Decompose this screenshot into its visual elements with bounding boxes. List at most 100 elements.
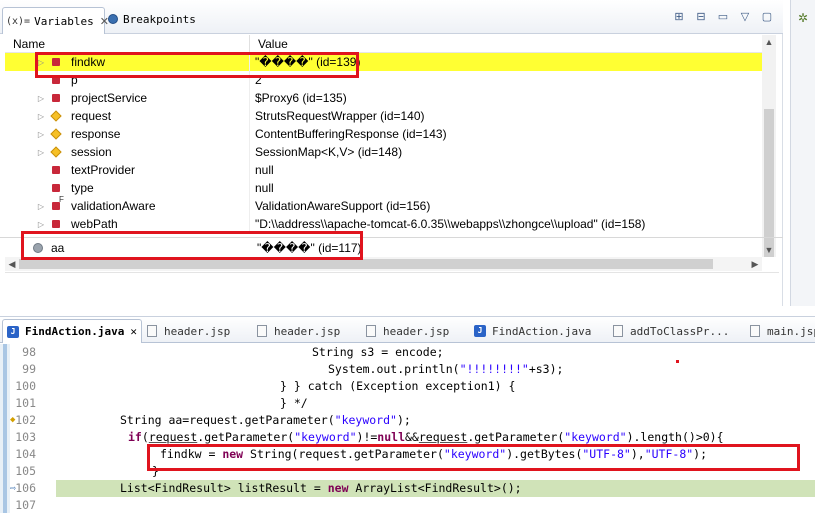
minimize-icon[interactable]: ▭ bbox=[715, 9, 731, 25]
expand-arrow-icon[interactable]: ▷ bbox=[35, 220, 47, 229]
tab-variables-label: Variables bbox=[34, 14, 94, 28]
variable-row[interactable]: ▷ projectService $Proxy6 (id=135) bbox=[5, 89, 762, 107]
variable-row[interactable]: textProvider null bbox=[5, 161, 762, 179]
column-name[interactable]: Name bbox=[5, 35, 250, 52]
editor-tab-header-2[interactable]: header.jsp bbox=[257, 321, 340, 341]
scroll-up-icon[interactable]: ▲ bbox=[762, 35, 776, 49]
variable-name: projectService bbox=[71, 91, 148, 105]
code-text: String s3 = encode; bbox=[312, 345, 444, 359]
annotation-box-findkw-line bbox=[147, 444, 800, 471]
line-number: 98 bbox=[22, 345, 36, 359]
close-icon[interactable]: ✕ bbox=[130, 325, 137, 338]
editor-tab-main[interactable]: main.jsp bbox=[750, 321, 815, 341]
jsp-file-icon bbox=[613, 325, 623, 337]
scroll-left-icon[interactable]: ◀ bbox=[5, 257, 19, 271]
vertical-scrollbar[interactable]: ▲ ▼ bbox=[762, 35, 776, 257]
code-lines[interactable]: 98 String s3 = encode; 99 System.out.print… bbox=[10, 344, 815, 513]
variable-row[interactable]: ▷ FvalidationAware ValidationAwareSupport… bbox=[5, 195, 762, 215]
scroll-thumb[interactable] bbox=[19, 259, 713, 269]
variable-value: null bbox=[255, 181, 274, 195]
jsp-file-icon bbox=[366, 325, 376, 337]
annotation-dot bbox=[676, 360, 679, 363]
variable-name: response bbox=[71, 127, 121, 141]
protected-field-icon bbox=[50, 146, 62, 158]
scroll-thumb[interactable] bbox=[764, 109, 774, 257]
view-menu-icon[interactable]: ▽ bbox=[737, 9, 753, 25]
scroll-down-icon[interactable]: ▼ bbox=[762, 243, 776, 257]
variable-row[interactable]: ▷ response ContentBufferingResponse (id=1… bbox=[5, 125, 762, 143]
collapse-all-icon[interactable]: ⊟ bbox=[693, 9, 709, 25]
java-file-icon: J bbox=[7, 325, 19, 338]
detail-pane[interactable] bbox=[5, 272, 779, 302]
variable-value: ValidationAwareSupport (id=156) bbox=[255, 199, 431, 213]
expand-arrow-icon[interactable]: ▷ bbox=[35, 94, 47, 103]
code-line-current[interactable]: ⇨ 106 List<FindResult> listResult = new Ar… bbox=[10, 480, 815, 497]
expand-arrow-icon[interactable]: ▷ bbox=[35, 130, 47, 139]
private-field-icon bbox=[52, 220, 60, 228]
scroll-right-icon[interactable]: ▶ bbox=[748, 257, 762, 271]
tab-label: header.jsp bbox=[383, 324, 450, 338]
variables-view: (x)= Variables ✕ Breakpoints ⊞ ⊟ ▭ ▽ ▢ N… bbox=[0, 0, 783, 306]
variable-name: validationAware bbox=[71, 199, 156, 213]
expand-arrow-icon[interactable]: ▷ bbox=[35, 202, 47, 211]
column-value[interactable]: Value bbox=[250, 35, 288, 52]
tab-label: main.jsp bbox=[767, 324, 815, 338]
code-line[interactable]: ◆ 102 String aa=request.getParameter("keyw… bbox=[10, 412, 815, 429]
show-type-names-icon[interactable]: ⊞ bbox=[671, 9, 687, 25]
expand-arrow-icon[interactable]: ▷ bbox=[35, 148, 47, 157]
line-number: 100 bbox=[15, 379, 36, 393]
line-number: 104 bbox=[15, 447, 36, 461]
side-view-stub[interactable]: ✲ bbox=[790, 0, 815, 306]
code-line[interactable]: 99 System.out.println("!!!!!!!!"+s3); bbox=[10, 361, 815, 378]
tab-label: header.jsp bbox=[274, 324, 341, 338]
code-line[interactable]: 98 String s3 = encode; bbox=[10, 344, 815, 361]
variable-name: webPath bbox=[71, 217, 118, 231]
table-header: Name Value bbox=[5, 35, 762, 53]
variables-icon: (x)= bbox=[6, 15, 31, 27]
private-field-icon bbox=[52, 94, 60, 102]
editor-tab-findaction-2[interactable]: J FindAction.java bbox=[474, 321, 591, 341]
code-line[interactable]: 100 } } catch (Exception exception1) { bbox=[10, 378, 815, 395]
variable-value: SessionMap<K,V> (id=148) bbox=[255, 145, 403, 159]
tab-label: FindAction.java bbox=[25, 325, 125, 338]
tab-label: FindAction.java bbox=[492, 324, 592, 338]
editor-tab-findaction[interactable]: J FindAction.java ✕ bbox=[2, 319, 142, 343]
line-number: 105 bbox=[15, 464, 36, 478]
tab-label: addToClassPr... bbox=[630, 324, 730, 338]
code-text: String aa=request.getParameter("keyword"… bbox=[120, 413, 411, 427]
jsp-file-icon bbox=[147, 325, 157, 337]
line-number: 107 bbox=[15, 498, 36, 512]
line-number: 103 bbox=[15, 430, 36, 444]
tab-breakpoints-label: Breakpoints bbox=[123, 12, 196, 26]
code-text: } */ bbox=[280, 396, 308, 410]
tab-breakpoints[interactable]: Breakpoints bbox=[108, 8, 196, 30]
code-line[interactable]: 107 bbox=[10, 497, 815, 513]
variable-name: session bbox=[71, 145, 112, 159]
variable-row[interactable]: ▷ request StrutsRequestWrapper (id=140) bbox=[5, 107, 762, 125]
outline-icon[interactable]: ✲ bbox=[798, 11, 808, 25]
code-text: List<FindResult> listResult = new ArrayL… bbox=[120, 481, 522, 495]
tab-variables[interactable]: (x)= Variables ✕ bbox=[2, 7, 109, 34]
variable-value: "D:\\address\\apache-tomcat-6.0.35\\weba… bbox=[255, 217, 646, 231]
variable-row[interactable]: ▷ session SessionMap<K,V> (id=148) bbox=[5, 143, 762, 161]
annotation-box-findkw bbox=[35, 52, 359, 78]
editor-tab-addtoclasspr[interactable]: addToClassPr... bbox=[613, 321, 729, 341]
tab-label: header.jsp bbox=[164, 324, 231, 338]
editor-tab-header-1[interactable]: header.jsp bbox=[147, 321, 230, 341]
expand-arrow-icon[interactable]: ▷ bbox=[35, 112, 47, 121]
variable-name: request bbox=[71, 109, 112, 123]
instruction-pointer-icon: ⇨ bbox=[10, 483, 17, 494]
code-line[interactable]: 101} */ bbox=[10, 395, 815, 412]
jsp-file-icon bbox=[750, 325, 760, 337]
variable-value: null bbox=[255, 163, 274, 177]
java-file-icon: J bbox=[474, 325, 486, 337]
view-toolbar: ⊞ ⊟ ▭ ▽ ▢ bbox=[671, 9, 775, 25]
warning-marker-icon[interactable]: ◆ bbox=[10, 412, 15, 429]
editor-tab-header-3[interactable]: header.jsp bbox=[366, 321, 449, 341]
maximize-icon[interactable]: ▢ bbox=[759, 9, 775, 25]
code-editor: J FindAction.java ✕ header.jsp header.jsp … bbox=[0, 316, 815, 513]
line-number: 99 bbox=[22, 362, 36, 376]
variable-row[interactable]: type null bbox=[5, 179, 762, 197]
view-tab-bar: (x)= Variables ✕ Breakpoints ⊞ ⊟ ▭ ▽ ▢ bbox=[0, 0, 783, 34]
code-text: } } catch (Exception exception1) { bbox=[280, 379, 516, 393]
